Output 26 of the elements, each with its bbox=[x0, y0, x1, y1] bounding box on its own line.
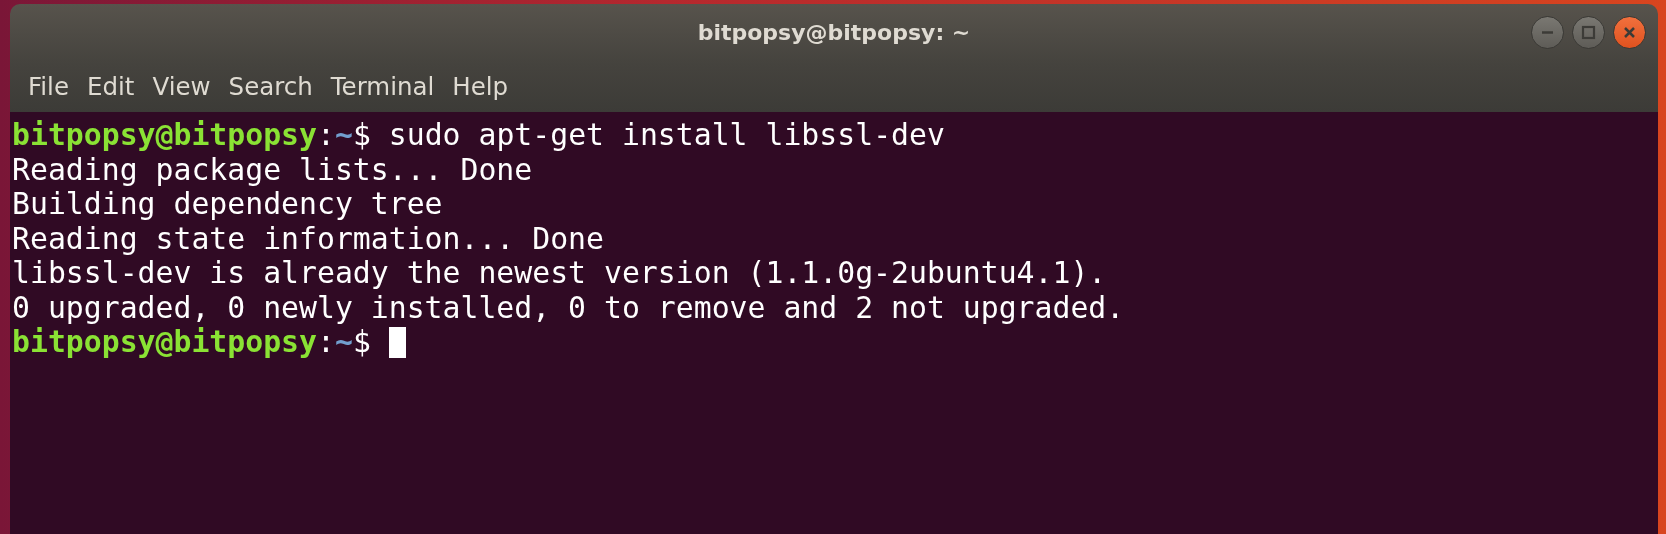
prompt-symbol: $ bbox=[352, 325, 371, 360]
maximize-button[interactable] bbox=[1572, 16, 1605, 49]
prompt-separator: : bbox=[316, 325, 335, 360]
menu-item[interactable]: View bbox=[144, 67, 219, 105]
command-text: sudo apt-get install libssl-dev bbox=[387, 118, 945, 153]
close-button[interactable] bbox=[1613, 16, 1646, 49]
output-line: Reading state information... Done bbox=[12, 221, 604, 256]
window-title: bitpopsy@bitpopsy: ~ bbox=[697, 19, 971, 45]
menu-item[interactable]: Search bbox=[220, 67, 321, 105]
close-icon bbox=[1622, 25, 1637, 40]
output-line: Reading package lists... Done bbox=[12, 152, 533, 187]
output-line: Building dependency tree bbox=[12, 187, 443, 222]
menu-item[interactable]: Terminal bbox=[322, 67, 443, 105]
prompt-symbol: $ bbox=[352, 118, 371, 153]
prompt-path: ~ bbox=[334, 118, 353, 153]
prompt-separator: : bbox=[316, 118, 335, 153]
prompt-path: ~ bbox=[334, 325, 353, 360]
prompt-user-host: bitpopsy@bitpopsy bbox=[12, 325, 317, 360]
output-line: 0 upgraded, 0 newly installed, 0 to remove and 2 not upgraded. bbox=[12, 290, 1125, 325]
maximize-icon bbox=[1581, 25, 1596, 40]
menu-item[interactable]: Help bbox=[444, 67, 517, 105]
prompt-user-host: bitpopsy@bitpopsy bbox=[12, 118, 317, 153]
output-line: libssl-dev is already the newest version (1.1.0g-2ubuntu4.1). bbox=[12, 256, 1107, 291]
menu-item[interactable]: Edit bbox=[79, 67, 143, 105]
menu-item[interactable]: File bbox=[20, 67, 77, 105]
minimize-button[interactable] bbox=[1531, 16, 1564, 49]
